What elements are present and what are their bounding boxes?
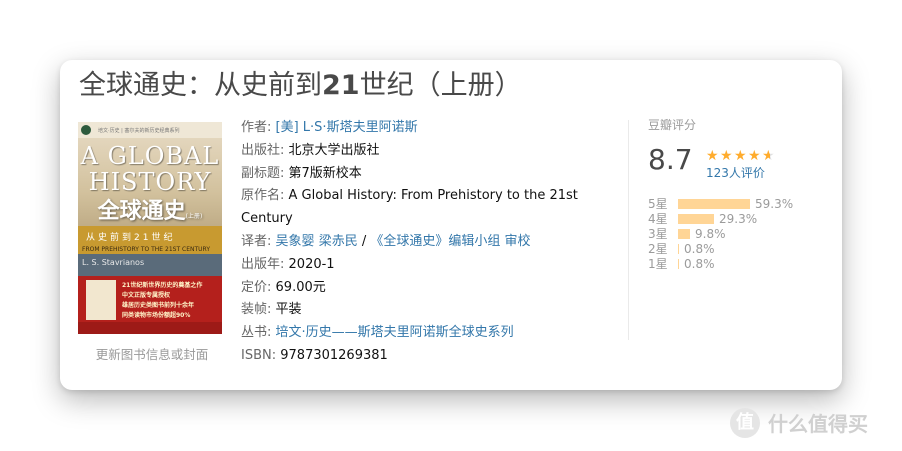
title-part: 世纪（上册） bbox=[359, 70, 522, 101]
cover-promo-line: 中文正版专属授权 bbox=[122, 292, 171, 299]
info-binding: 装帧: 平装 bbox=[241, 302, 302, 318]
cover-promo-line: 21世纪新世界历史的奠基之作 bbox=[122, 282, 203, 289]
info-translator: 译者: 吴象婴 梁赤民 / 《全球通史》编辑小组 审校 bbox=[241, 233, 531, 249]
cover-series-text: 培文·历史 | 塞尔夫的新历史经典系列 bbox=[98, 128, 180, 134]
rating-bar bbox=[678, 244, 679, 254]
rating-bar-row: 1星 0.8% bbox=[648, 257, 793, 272]
update-info-link[interactable]: 更新图书信息或封面 bbox=[78, 344, 226, 363]
info-author: 作者: [美] L·S·斯塔夫里阿诺斯 bbox=[241, 120, 418, 135]
rating-bar bbox=[678, 199, 750, 209]
rating-bar-percent: 59.3% bbox=[755, 197, 794, 211]
rating-panel: 豆瓣评分 8.7 ★★★★★ 123人评价 5星 59.3% 4星 29.3% 3星 9.… bbox=[648, 117, 828, 271]
cover-footer bbox=[78, 322, 222, 334]
book-card: 全球通史：从史前到21世纪（上册） 培文·历史 | 塞尔夫的新历史经典系列 A … bbox=[60, 60, 842, 390]
rating-bar-percent: 0.8% bbox=[684, 242, 715, 256]
cover-english-title-2: HISTORY bbox=[88, 168, 212, 196]
rating-bar-label: 3星 bbox=[648, 227, 668, 241]
binding-value: 平装 bbox=[275, 302, 302, 318]
book-cover-image[interactable]: 培文·历史 | 塞尔夫的新历史经典系列 A GLOBAL HISTORY 全球通… bbox=[78, 122, 222, 334]
cover-mini-book bbox=[86, 280, 116, 320]
translator-link[interactable]: 《全球通史》编辑小组 bbox=[370, 234, 500, 249]
rating-bar bbox=[678, 214, 714, 224]
cover-english-subtitle: FROM PREHISTORY TO THE 21ST CENTURY bbox=[82, 246, 211, 253]
info-series: 丛书: 培文·历史——斯塔夫里阿诺斯全球史系列 bbox=[241, 325, 514, 341]
rating-count-link[interactable]: 123人评价 bbox=[706, 165, 765, 181]
cover-promo-line: 同类读物市场份额超90% bbox=[122, 312, 191, 319]
cover-promo-line: 雄居历史类图书前列十余年 bbox=[122, 302, 195, 309]
rating-bar-label: 5星 bbox=[648, 197, 668, 211]
info-subtitle: 副标题: 第7版新校本 bbox=[241, 165, 362, 181]
title-number: 21 bbox=[322, 70, 360, 101]
rating-score: 8.7 bbox=[648, 143, 693, 176]
rating-bar-row: 5星 59.3% bbox=[648, 197, 793, 212]
watermark-glyph: 值 bbox=[736, 412, 754, 433]
rating-bar bbox=[678, 259, 679, 269]
rating-bar-percent: 9.8% bbox=[695, 227, 726, 241]
info-price: 定价: 69.00元 bbox=[241, 279, 326, 295]
title-part: 全球通史：从史前到 bbox=[79, 70, 322, 101]
translator-link[interactable]: 审校 bbox=[505, 234, 531, 249]
rating-label: 豆瓣评分 bbox=[648, 118, 697, 132]
rating-stars: ★★★★★ bbox=[706, 145, 776, 164]
rating-bar-percent: 29.3% bbox=[719, 212, 758, 226]
author-link[interactable]: [美] L·S·斯塔夫里阿诺斯 bbox=[276, 120, 418, 135]
isbn-value: 9787301269381 bbox=[280, 347, 388, 363]
divider bbox=[628, 120, 629, 340]
half-star-icon: ★ bbox=[762, 149, 778, 163]
publisher-logo-icon bbox=[81, 125, 91, 135]
info-pub-year: 出版年: 2020-1 bbox=[241, 256, 335, 272]
info-original-title-cont: Century bbox=[241, 211, 293, 227]
cover-english-title-1: A GLOBAL bbox=[80, 142, 220, 170]
series-link[interactable]: 培文·历史——斯塔夫里阿诺斯全球史系列 bbox=[276, 325, 514, 340]
price-value: 69.00元 bbox=[275, 279, 326, 295]
rating-bar-label: 2星 bbox=[648, 242, 668, 256]
book-info: 作者: [美] L·S·斯塔夫里阿诺斯 出版社: 北京大学出版社 副标题: 第7… bbox=[241, 117, 601, 368]
pub-year-value: 2020-1 bbox=[288, 256, 335, 272]
translator-link[interactable]: 梁赤民 bbox=[319, 234, 358, 249]
rating-bar-row: 2星 0.8% bbox=[648, 242, 793, 257]
watermark-text: 什么值得买 bbox=[768, 412, 868, 436]
cover-chinese-title: 全球通史(上册) bbox=[97, 199, 203, 224]
rating-bar-label: 1星 bbox=[648, 257, 668, 271]
rating-bar-label: 4星 bbox=[648, 212, 668, 226]
rating-bar-percent: 0.8% bbox=[684, 257, 715, 271]
cover-author: L. S. Stavrianos bbox=[82, 258, 145, 267]
page-title: 全球通史：从史前到21世纪（上册） bbox=[79, 68, 522, 104]
info-publisher: 出版社: 北京大学出版社 bbox=[241, 142, 380, 158]
cover-band-text: 从史前到21世纪 bbox=[86, 233, 176, 243]
rating-bar-row: 4星 29.3% bbox=[648, 212, 793, 227]
rating-bar-row: 3星 9.8% bbox=[648, 227, 793, 242]
subtitle-value: 第7版新校本 bbox=[288, 165, 362, 181]
publisher-value: 北京大学出版社 bbox=[288, 142, 380, 158]
rating-bar bbox=[678, 229, 690, 239]
info-original-title: 原作名: A Global History: From Prehistory t… bbox=[241, 188, 578, 204]
info-isbn: ISBN: 9787301269381 bbox=[241, 347, 388, 363]
original-title-value: A Global History: From Prehistory to the… bbox=[288, 188, 578, 204]
rating-breakdown: 5星 59.3% 4星 29.3% 3星 9.8% 2星 0.8% 1星 0.8% bbox=[648, 197, 793, 272]
translator-link[interactable]: 吴象婴 bbox=[276, 234, 315, 249]
